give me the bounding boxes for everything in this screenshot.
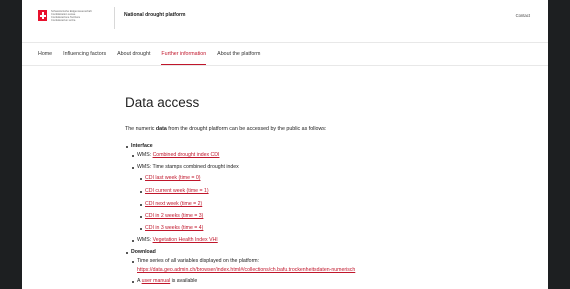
main-nav: Home Influencing factors About drought F… (38, 43, 271, 65)
nav-item-influencing-factors[interactable]: Influencing factors (63, 43, 106, 65)
page-title: Data access (125, 95, 200, 110)
bullet-icon (140, 191, 142, 193)
cdi-in-2-weeks-link[interactable]: CDI in 2 weeks (time = 3) (145, 213, 203, 219)
wms-timestamps-item: WMS: Time stamps combined drought index (137, 164, 239, 170)
wms-cdi-item: WMS: Combined drought index CDI (137, 152, 220, 158)
time-series-text: Time series of all variables displayed o… (137, 258, 260, 264)
site-header: Schweizerische Eidgenossenschaft Confédé… (22, 0, 548, 36)
bullet-icon (132, 261, 134, 263)
bullet-icon (132, 240, 134, 242)
cdi-current-week-link[interactable]: CDI current week (time = 1) (145, 188, 209, 194)
user-manual-item: A user manual is available (137, 278, 198, 284)
nav-item-about-drought[interactable]: About drought (117, 43, 150, 65)
download-heading: Download (131, 249, 156, 255)
cdi-last-week-link[interactable]: CDI last week (time = 0) (145, 175, 201, 181)
nav-item-further-information[interactable]: Further information (161, 43, 206, 65)
bullet-icon (132, 167, 134, 169)
wms-vhi-item: WMS: Vegetation Health Index VHI (137, 237, 218, 243)
page: Schweizerische Eidgenossenschaft Confédé… (22, 0, 548, 289)
bullet-icon (126, 146, 128, 148)
nav-item-home[interactable]: Home (38, 43, 52, 65)
app-title[interactable]: National drought platform (124, 12, 185, 18)
wms-cdi-link[interactable]: Combined drought index CDI (153, 152, 220, 158)
user-manual-link[interactable]: user manual (142, 278, 171, 284)
interface-heading: Interface (131, 143, 153, 149)
swiss-flag-icon (38, 10, 47, 21)
bullet-icon (132, 155, 134, 157)
nav-item-about-platform[interactable]: About the platform (217, 43, 260, 65)
bullet-icon (140, 178, 142, 180)
swiss-confederation-logo[interactable]: Schweizerische Eidgenossenschaft Confédé… (38, 10, 124, 30)
bullet-icon (140, 216, 142, 218)
time-series-link[interactable]: https://data.geo.admin.ch/browser/index.… (137, 267, 355, 273)
cdi-next-week-link[interactable]: CDI next week (time = 2) (145, 201, 202, 207)
contact-link[interactable]: Contact (516, 13, 530, 18)
intro-bold: data (155, 126, 167, 132)
bullet-icon (140, 204, 142, 206)
bullet-icon (140, 228, 142, 230)
bullet-icon (132, 281, 134, 283)
cdi-in-3-weeks-link[interactable]: CDI in 3 weeks (time = 4) (145, 225, 203, 231)
intro-text: The numeric data from the drought platfo… (125, 126, 327, 132)
nav-divider-bottom (22, 65, 548, 66)
confederation-text: Schweizerische Eidgenossenschaft Confédé… (51, 10, 92, 23)
main-content: Data access The numeric data from the dr… (125, 94, 505, 284)
wms-vhi-link[interactable]: Vegetation Health Index VHI (153, 237, 218, 243)
header-divider (114, 7, 115, 29)
bullet-icon (126, 252, 128, 254)
